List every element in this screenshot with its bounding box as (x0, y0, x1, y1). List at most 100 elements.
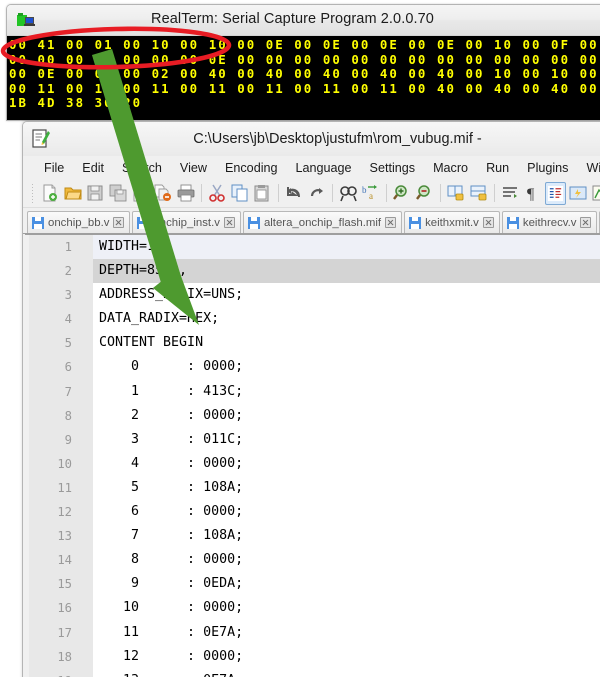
editor-line[interactable]: 4 DATA_RADIX=HEX; (29, 307, 600, 332)
close-icon[interactable] (385, 217, 397, 228)
fold-margin[interactable] (81, 307, 93, 332)
word-wrap-icon[interactable] (500, 182, 522, 205)
menu-edit[interactable]: Edit (73, 159, 113, 177)
editor-line[interactable]: 14 8 : 0000; (29, 548, 600, 573)
close-icon[interactable] (113, 217, 125, 228)
print-icon[interactable] (175, 182, 197, 205)
editor-line[interactable]: 10 4 : 0000; (29, 451, 600, 476)
sync-vertical-scroll-icon[interactable] (445, 182, 467, 205)
fold-margin[interactable] (81, 524, 93, 549)
editor-line[interactable]: 2 DEPTH=8560, (29, 259, 600, 284)
fold-margin[interactable] (81, 427, 93, 452)
menu-file[interactable]: File (35, 159, 73, 177)
editor-line[interactable]: 1 WIDTH=16; (29, 235, 600, 260)
editor-line[interactable]: 3 ADDRESS_RADIX=UNS; (29, 283, 600, 308)
menu-search[interactable]: Search (113, 159, 171, 177)
line-number: 17 (29, 620, 81, 645)
menu-language[interactable]: Language (287, 159, 361, 177)
cut-icon[interactable] (206, 182, 228, 205)
editor-tab[interactable]: onchip_bb.v (27, 211, 131, 233)
editor-tab[interactable]: keithrecv.v (501, 211, 598, 233)
fold-margin[interactable] (81, 379, 93, 404)
menu-plugins[interactable]: Plugins (518, 159, 577, 177)
menu-view[interactable]: View (171, 159, 216, 177)
editor-line[interactable]: 16 10 : 0000; (29, 596, 600, 621)
redo-icon[interactable] (306, 182, 328, 205)
notepadpp-editor[interactable]: 1 WIDTH=16; 2 DEPTH=8560, 3 ADDRESS_RADI… (25, 234, 600, 677)
hex-row: 00 41 00 01 00 10 00 10 00 0E 00 0E 00 0… (9, 37, 599, 52)
fold-margin[interactable] (81, 620, 93, 645)
fold-margin[interactable] (81, 355, 93, 380)
show-all-characters-icon[interactable]: ¶ (522, 182, 544, 205)
realterm-hex-display[interactable]: 00 41 00 01 00 10 00 10 00 0E 00 0E 00 0… (7, 36, 600, 120)
macro-record-icon[interactable] (590, 182, 600, 205)
paste-icon[interactable] (252, 182, 274, 205)
tab-label: altera_onchip_flash.mif (263, 216, 382, 229)
editor-line[interactable]: 7 1 : 413C; (29, 379, 600, 404)
menu-encoding[interactable]: Encoding (216, 159, 287, 177)
save-disk-icon (409, 216, 422, 229)
fold-margin[interactable] (81, 548, 93, 573)
sync-horizontal-scroll-icon[interactable] (468, 182, 490, 205)
replace-icon[interactable]: b a (360, 182, 382, 205)
editor-line[interactable]: 9 3 : 011C; (29, 427, 600, 452)
menu-macro[interactable]: Macro (424, 159, 477, 177)
close-all-icon[interactable] (152, 182, 174, 205)
editor-line[interactable]: 8 2 : 0000; (29, 403, 600, 428)
editor-line[interactable]: 19 13 : 0E7A; (29, 668, 600, 677)
fold-margin[interactable] (81, 475, 93, 501)
hex-row: 00 11 00 11 00 11 00 11 00 11 00 11 00 1… (9, 80, 599, 96)
editor-line[interactable]: 15 9 : 0EDA; (29, 572, 600, 597)
save-disk-icon (32, 216, 44, 229)
fold-margin[interactable] (81, 283, 93, 308)
editor-line[interactable]: 11 5 : 108A; (29, 475, 600, 501)
line-number: 18 (29, 644, 81, 669)
line-text: 2 : 0000; (99, 407, 244, 423)
fold-margin[interactable] (81, 235, 93, 260)
fold-margin[interactable] (81, 500, 93, 525)
toolbar-grip[interactable] (31, 183, 35, 203)
notepadpp-toolbar: b a ¶ (23, 179, 600, 208)
save-all-icon[interactable] (107, 182, 129, 205)
fold-margin[interactable] (81, 644, 93, 669)
editor-line[interactable]: 17 11 : 0E7A; (29, 620, 600, 645)
editor-tab[interactable]: onchip_inst.v (132, 211, 241, 233)
fold-margin[interactable] (81, 403, 93, 428)
fold-margin[interactable] (81, 259, 93, 284)
hex-row: 1B 4D 38 30 20 (9, 95, 143, 111)
save-file-icon[interactable] (84, 182, 106, 205)
undo-icon[interactable] (283, 182, 305, 205)
line-text: 11 : 0E7A; (99, 624, 244, 640)
editor-line[interactable]: 12 6 : 0000; (29, 500, 600, 525)
line-text: 0 : 0000; (99, 359, 244, 375)
zoom-in-icon[interactable] (391, 182, 413, 205)
user-defined-language-icon[interactable] (567, 182, 589, 205)
line-number: 12 (29, 500, 81, 525)
fold-margin[interactable] (81, 668, 93, 677)
menu-window[interactable]: Window (577, 159, 600, 177)
editor-line[interactable]: 18 12 : 0000; (29, 644, 600, 669)
menu-settings[interactable]: Settings (361, 159, 425, 177)
copy-icon[interactable] (229, 182, 251, 205)
new-file-icon[interactable] (39, 182, 61, 205)
fold-margin[interactable] (81, 596, 93, 621)
fold-margin[interactable] (81, 331, 93, 356)
close-icon[interactable] (482, 217, 494, 228)
fold-margin[interactable] (81, 451, 93, 476)
close-file-icon[interactable] (130, 182, 152, 205)
zoom-out-icon[interactable] (414, 182, 436, 205)
close-icon[interactable] (580, 217, 592, 228)
realterm-titlebar[interactable]: RealTerm: Serial Capture Program 2.0.0.7… (7, 5, 600, 36)
editor-line[interactable]: 13 7 : 108A; (29, 524, 600, 549)
editor-line[interactable]: 6 0 : 0000; (29, 355, 600, 380)
editor-line[interactable]: 5 CONTENT BEGIN (29, 331, 600, 356)
editor-tab[interactable]: altera_onchip_flash.mif (242, 211, 403, 233)
editor-tab[interactable]: keithxmit.v (404, 211, 500, 233)
open-file-icon[interactable] (62, 182, 84, 205)
menu-run[interactable]: Run (477, 159, 518, 177)
fold-margin[interactable] (81, 572, 93, 597)
find-icon[interactable] (337, 182, 359, 205)
indent-guide-icon[interactable] (544, 181, 567, 205)
close-icon[interactable] (223, 217, 235, 228)
notepadpp-titlebar[interactable]: C:\Users\jb\Desktop\justufm\rom_vubug.mi… (23, 122, 600, 156)
